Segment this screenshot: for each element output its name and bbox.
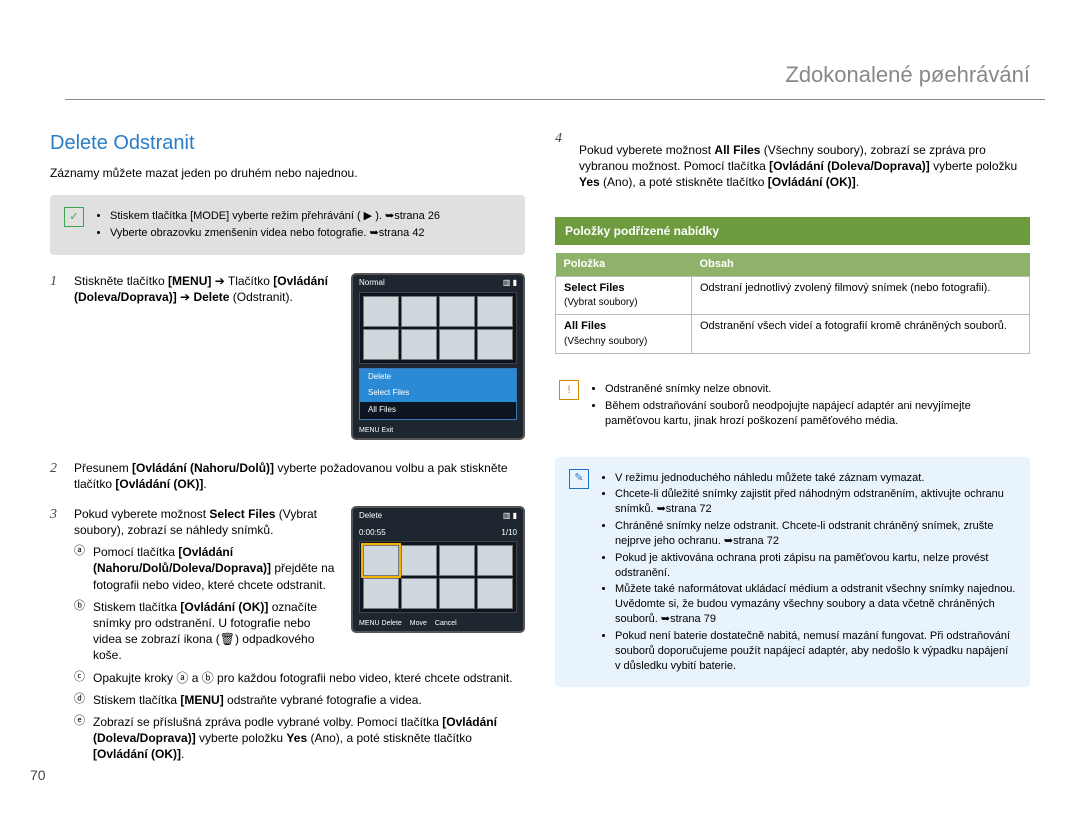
substep-text: Stiskem tlačítka [Ovládání (OK)] označít… xyxy=(93,599,341,664)
step-number: 2 xyxy=(50,460,64,496)
substep-mark: ⓔ xyxy=(74,714,85,763)
screen-footer-exit: MENU Exit xyxy=(359,426,393,435)
step: 3 Delete ▥ ▮ 0:00:55 1/10 MENU Delete Move xyxy=(50,506,525,769)
warning-list: Odstraněné snímky nelze obnovit. Během o… xyxy=(591,380,1026,431)
tip-box: ✓ Stiskem tlačítka [MODE] vyberte režim … xyxy=(50,195,525,255)
step-list: 1 Normal ▥ ▮ Delete Select Files All File… xyxy=(50,273,525,769)
info-list: V režimu jednoduchého náhledu můžete tak… xyxy=(601,469,1016,676)
substep-text: Pomocí tlačítka [Ovládání (Nahoru/Dolů/D… xyxy=(93,544,341,593)
screen-menu-item-selected: Select Files xyxy=(360,385,516,402)
info-item: Chcete-li důležité snímky zajistit před … xyxy=(615,487,1016,517)
battery-icon: ▥ ▮ xyxy=(503,278,517,289)
screen-menu-item: All Files xyxy=(360,402,516,419)
battery-icon: ▥ ▮ xyxy=(503,511,517,522)
step-number: 4 xyxy=(555,130,569,203)
substep-mark: ⓐ xyxy=(74,544,85,593)
table-row: All Files (Všechny soubory) Odstranění vš… xyxy=(556,315,1030,354)
step: 2 Přesunem [Ovládání (Nahoru/Dolů)] vybe… xyxy=(50,460,525,496)
step: 4 Pokud vyberete možnost All Files (Všec… xyxy=(555,130,1030,203)
step-number: 3 xyxy=(50,506,64,769)
manual-page: Zdokonalené pøehrávání 70 Delete Odstran… xyxy=(0,0,1080,825)
screen-mode-label: Delete xyxy=(359,511,382,522)
warning-icon: ! xyxy=(559,380,579,400)
info-item: Chráněné snímky nelze odstranit. Chcete-… xyxy=(615,519,1016,549)
substep-text: Stiskem tlačítka [MENU] odstraňte vybran… xyxy=(93,692,422,708)
substep-mark: ⓑ xyxy=(74,599,85,664)
screen-footer-cancel: Cancel xyxy=(435,619,457,628)
step-number: 1 xyxy=(50,273,64,450)
substep: ⓒ Opakujte kroky ⓐ a ⓑ pro každou fotogr… xyxy=(74,670,525,686)
two-column-layout: Delete Odstranit Záznamy můžete mazat je… xyxy=(50,130,1030,779)
screen-count: 1/10 xyxy=(501,528,517,539)
step-text: Přesunem [Ovládání (Nahoru/Dolů)] vybert… xyxy=(74,460,525,492)
page-number: 70 xyxy=(30,766,46,785)
substep-text: Opakujte kroky ⓐ a ⓑ pro každou fotograf… xyxy=(93,670,513,686)
left-column: Delete Odstranit Záznamy můžete mazat je… xyxy=(50,130,525,779)
step: 1 Normal ▥ ▮ Delete Select Files All File… xyxy=(50,273,525,450)
warning-box: ! Odstraněné snímky nelze obnovit. Během… xyxy=(555,368,1030,443)
info-icon: ✎ xyxy=(569,469,589,489)
warning-item: Odstraněné snímky nelze obnovit. xyxy=(605,382,1026,397)
table-item-name: Select Files xyxy=(564,282,625,294)
table-header-content: Obsah xyxy=(692,253,1030,276)
tip-list: Stiskem tlačítka [MODE] vyberte režim př… xyxy=(96,207,440,243)
info-item: Můžete také naformátovat ukládací médium… xyxy=(615,582,1016,627)
chapter-title: Zdokonalené pøehrávání xyxy=(785,60,1030,90)
table-row: Select Files (Vybrat soubory) Odstraní je… xyxy=(556,276,1030,315)
right-column: 4 Pokud vyberete možnost All Files (Všec… xyxy=(555,130,1030,779)
table-item-desc: Odstranění všech videí a fotografií krom… xyxy=(692,315,1030,354)
substep-mark: ⓓ xyxy=(74,692,85,708)
screen-footer-move: Move xyxy=(410,619,427,628)
table-item-name: All Files xyxy=(564,320,606,332)
substep-mark: ⓒ xyxy=(74,670,85,686)
info-item: V režimu jednoduchého náhledu můžete tak… xyxy=(615,471,1016,486)
table-item-sub: (Všechny soubory) xyxy=(564,336,647,347)
tip-item: Stiskem tlačítka [MODE] vyberte režim př… xyxy=(110,209,440,224)
table-item-sub: (Vybrat soubory) xyxy=(564,297,638,308)
lcd-screenshot: Normal▥ ▮ Delete Select Files All Files … xyxy=(341,273,525,450)
section-title: Delete Odstranit xyxy=(50,130,525,157)
info-item: Pokud není baterie dostatečně nabitá, ne… xyxy=(615,629,1016,674)
tip-item: Vyberte obrazovku zmenšenin videa nebo f… xyxy=(110,226,440,241)
submenu-heading: Položky podřízené nabídky xyxy=(555,217,1030,245)
substep-text: Zobrazí se příslušná zpráva podle vybran… xyxy=(93,714,525,763)
substep: ⓓ Stiskem tlačítka [MENU] odstraňte vybr… xyxy=(74,692,525,708)
info-box: ✎ V režimu jednoduchého náhledu můžete t… xyxy=(555,457,1030,688)
substep: ⓑ Stiskem tlačítka [Ovládání (OK)] označ… xyxy=(74,599,341,664)
warning-item: Během odstraňování souborů neodpojujte n… xyxy=(605,399,1026,429)
submenu-table: Položka Obsah Select Files (Vybrat soubor… xyxy=(555,253,1030,354)
substep: ⓔ Zobrazí se příslušná zpráva podle vybr… xyxy=(74,714,525,763)
screen-footer-delete: MENU Delete xyxy=(359,619,402,628)
step-text: Pokud vyberete možnost All Files (Všechn… xyxy=(579,142,1030,191)
screen-time: 0:00:55 xyxy=(359,528,386,539)
table-item-desc: Odstraní jednotlivý zvolený filmový sním… xyxy=(692,276,1030,315)
screen-menu-heading: Delete xyxy=(360,369,516,386)
screen-mode-label: Normal xyxy=(359,278,385,289)
lcd-screenshot: Delete ▥ ▮ 0:00:55 1/10 MENU Delete Move C… xyxy=(341,506,525,643)
check-icon: ✓ xyxy=(64,207,84,227)
substep: ⓐ Pomocí tlačítka [Ovládání (Nahoru/Dolů… xyxy=(74,544,341,593)
intro-text: Záznamy můžete mazat jeden po druhém neb… xyxy=(50,165,525,181)
info-item: Pokud je aktivována ochrana proti zápisu… xyxy=(615,551,1016,581)
table-header-item: Položka xyxy=(556,253,692,276)
